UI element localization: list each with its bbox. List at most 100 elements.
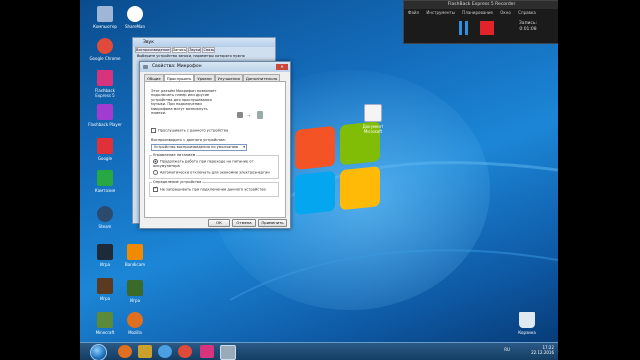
desktop-icon-label: Игра bbox=[129, 298, 141, 303]
recycle-bin-icon bbox=[519, 312, 535, 328]
desktop-icon-label: Minecraft bbox=[95, 330, 115, 335]
apply-button[interactable]: Применить bbox=[258, 219, 287, 227]
document-icon bbox=[364, 104, 382, 122]
taskbar-media-icon[interactable] bbox=[158, 345, 172, 358]
taskbar-firefox-icon[interactable] bbox=[118, 345, 132, 358]
ok-button[interactable]: ОК bbox=[208, 219, 230, 227]
desktop-icon-label: Flashback Express 5 bbox=[95, 88, 115, 98]
desktop-icon-label: Игра bbox=[99, 262, 111, 267]
jack-icon bbox=[237, 112, 243, 118]
microphone-icon bbox=[143, 65, 148, 69]
desktop-icon-label: Google bbox=[97, 156, 113, 161]
desktop: Компьютер ShareMan Google Chrome Flashba… bbox=[80, 0, 558, 360]
cancel-button[interactable]: Отмена bbox=[232, 219, 256, 227]
detect-checkbox[interactable]: ✓ bbox=[153, 185, 158, 192]
pause-icon bbox=[459, 21, 462, 35]
taskbar-chrome-icon[interactable] bbox=[178, 345, 192, 358]
desktop-icon-label: Bandicam bbox=[125, 262, 145, 267]
check-icon: ✓ bbox=[154, 185, 158, 190]
playback-select[interactable]: Устройство воспроизведения по умолчанию … bbox=[151, 144, 247, 151]
power-group-label: Управление питанием bbox=[152, 153, 197, 158]
desktop-icon-mozilla[interactable]: Mozilla bbox=[118, 312, 152, 335]
microphone-properties-dialog: Свойства: Микрофон ✕ Общие Прослушать Уров… bbox=[139, 61, 291, 229]
game-icon bbox=[97, 244, 113, 260]
computer-icon bbox=[97, 6, 113, 22]
listen-checkbox[interactable] bbox=[151, 128, 156, 133]
taskbar-explorer-icon[interactable] bbox=[138, 345, 152, 358]
letterbox-right bbox=[558, 0, 640, 360]
desktop-icon-label: Документ Microsoft bbox=[362, 124, 384, 134]
detect-group: Определение устройства ✓ Не запрашивать п… bbox=[149, 180, 279, 197]
rec-status: Запись: 0:01:08 bbox=[508, 21, 548, 33]
tab-playback[interactable]: Воспроизведение bbox=[135, 47, 171, 53]
clock-date[interactable]: 22.12.2016 bbox=[531, 350, 554, 355]
bandicam-icon bbox=[127, 244, 143, 260]
radio-disable-row[interactable]: Автоматически отключать для экономии эле… bbox=[153, 170, 273, 175]
power-group: Управление питанием Продолжать работу пр… bbox=[149, 153, 279, 179]
tab-recording[interactable]: Запись bbox=[171, 47, 188, 53]
radio-disable-label: Автоматически отключать для экономии эле… bbox=[160, 170, 270, 175]
firefox-icon bbox=[127, 312, 143, 328]
radio-continue-row[interactable]: Продолжать работу при переходе на питани… bbox=[153, 159, 273, 168]
desktop-icon-flashback[interactable]: Flashback Express 5 bbox=[88, 70, 122, 98]
chevron-down-icon: ▾ bbox=[243, 145, 245, 149]
desktop-icon-minecraft[interactable]: Minecraft bbox=[88, 312, 122, 335]
flashback-player-icon bbox=[97, 104, 113, 120]
detect-checkbox-label: Не запрашивать при подключении данного у… bbox=[160, 187, 266, 192]
desktop-icon-document[interactable]: Документ Microsoft bbox=[356, 104, 390, 134]
pause-button[interactable] bbox=[457, 21, 470, 35]
menu-file[interactable]: Файл bbox=[408, 10, 419, 15]
desktop-icon-label: ShareMan bbox=[125, 24, 145, 29]
flashback-icon bbox=[97, 70, 113, 86]
panda-icon bbox=[127, 6, 143, 22]
desktop-icon-google[interactable]: Google bbox=[88, 138, 122, 161]
desktop-icon-recycle-bin[interactable]: Корзина bbox=[510, 312, 544, 335]
desktop-icon-label: Mozilla bbox=[128, 330, 142, 335]
close-icon[interactable]: ✕ bbox=[276, 64, 288, 70]
desktop-icon-label: Google Chrome bbox=[89, 56, 121, 61]
flashback-menu: Файл Инструменты Планирование Окно Справ… bbox=[404, 9, 558, 16]
desktop-icon-bandicam[interactable]: Bandicam bbox=[118, 244, 152, 267]
menu-help[interactable]: Справка bbox=[518, 10, 536, 15]
tab-communications[interactable]: Связь bbox=[202, 47, 216, 53]
desktop-icon-game-3[interactable]: Игра bbox=[118, 280, 152, 303]
stop-button[interactable] bbox=[480, 21, 494, 35]
rec-time: 0:01:08 bbox=[519, 27, 537, 32]
desktop-icon-label: Компьютер bbox=[93, 24, 117, 29]
flashback-recorder-window: FlashBack Express 5 Recorder Файл Инстру… bbox=[403, 0, 558, 44]
steam-icon bbox=[97, 206, 113, 222]
desktop-icon-chrome[interactable]: Google Chrome bbox=[88, 38, 122, 61]
speaker-icon bbox=[257, 111, 263, 119]
desktop-icon-game-1[interactable]: Игра bbox=[88, 244, 122, 267]
desktop-icon-label: Flashback Player bbox=[88, 122, 122, 127]
desktop-icon-game-2[interactable]: Игра bbox=[88, 278, 122, 301]
detect-checkbox-row[interactable]: ✓ Не запрашивать при подключении данного … bbox=[153, 185, 266, 192]
listen-checkbox-label: Прослушивать с данного устройства bbox=[158, 128, 229, 133]
language-indicator[interactable]: RU bbox=[504, 347, 510, 352]
radio-disable[interactable] bbox=[153, 170, 158, 175]
desktop-icon-label: Steam bbox=[98, 224, 112, 229]
desktop-icon-flashback-player[interactable]: Flashback Player bbox=[88, 104, 122, 127]
listen-panel: Этот разъём Микрофон позволяет подключат… bbox=[144, 81, 286, 218]
menu-window[interactable]: Окно bbox=[500, 10, 511, 15]
dialog-title-bar: Свойства: Микрофон ✕ bbox=[140, 62, 290, 72]
menu-tools[interactable]: Инструменты bbox=[426, 10, 455, 15]
desktop-icon-label: Корзина bbox=[518, 330, 536, 335]
taskbar-flashback-icon[interactable] bbox=[200, 345, 214, 358]
dialog-title: Свойства: Микрофон bbox=[152, 64, 202, 69]
flashback-title: FlashBack Express 5 Recorder bbox=[404, 1, 558, 9]
desktop-icon-camtasia[interactable]: Камтазия bbox=[88, 170, 122, 193]
menu-schedule[interactable]: Планирование bbox=[462, 10, 493, 15]
taskbar-sound-icon[interactable] bbox=[220, 345, 236, 360]
listen-checkbox-row[interactable]: Прослушивать с данного устройства bbox=[151, 128, 228, 133]
radio-continue-label: Продолжать работу при переходе на питани… bbox=[153, 159, 254, 169]
taskbar: RU 17:22 22.12.2016 bbox=[80, 342, 558, 360]
desktop-icon-steam[interactable]: Steam bbox=[88, 206, 122, 229]
desktop-icon-shareman[interactable]: ShareMan bbox=[118, 6, 152, 29]
desktop-icon-computer[interactable]: Компьютер bbox=[88, 6, 122, 29]
start-button[interactable] bbox=[90, 344, 107, 360]
tab-sounds[interactable]: Звуки bbox=[188, 47, 202, 53]
playback-label: Воспроизводить с данного устройства: bbox=[151, 138, 226, 142]
google-icon bbox=[97, 138, 113, 154]
sound-window-title: Звук bbox=[133, 38, 275, 47]
